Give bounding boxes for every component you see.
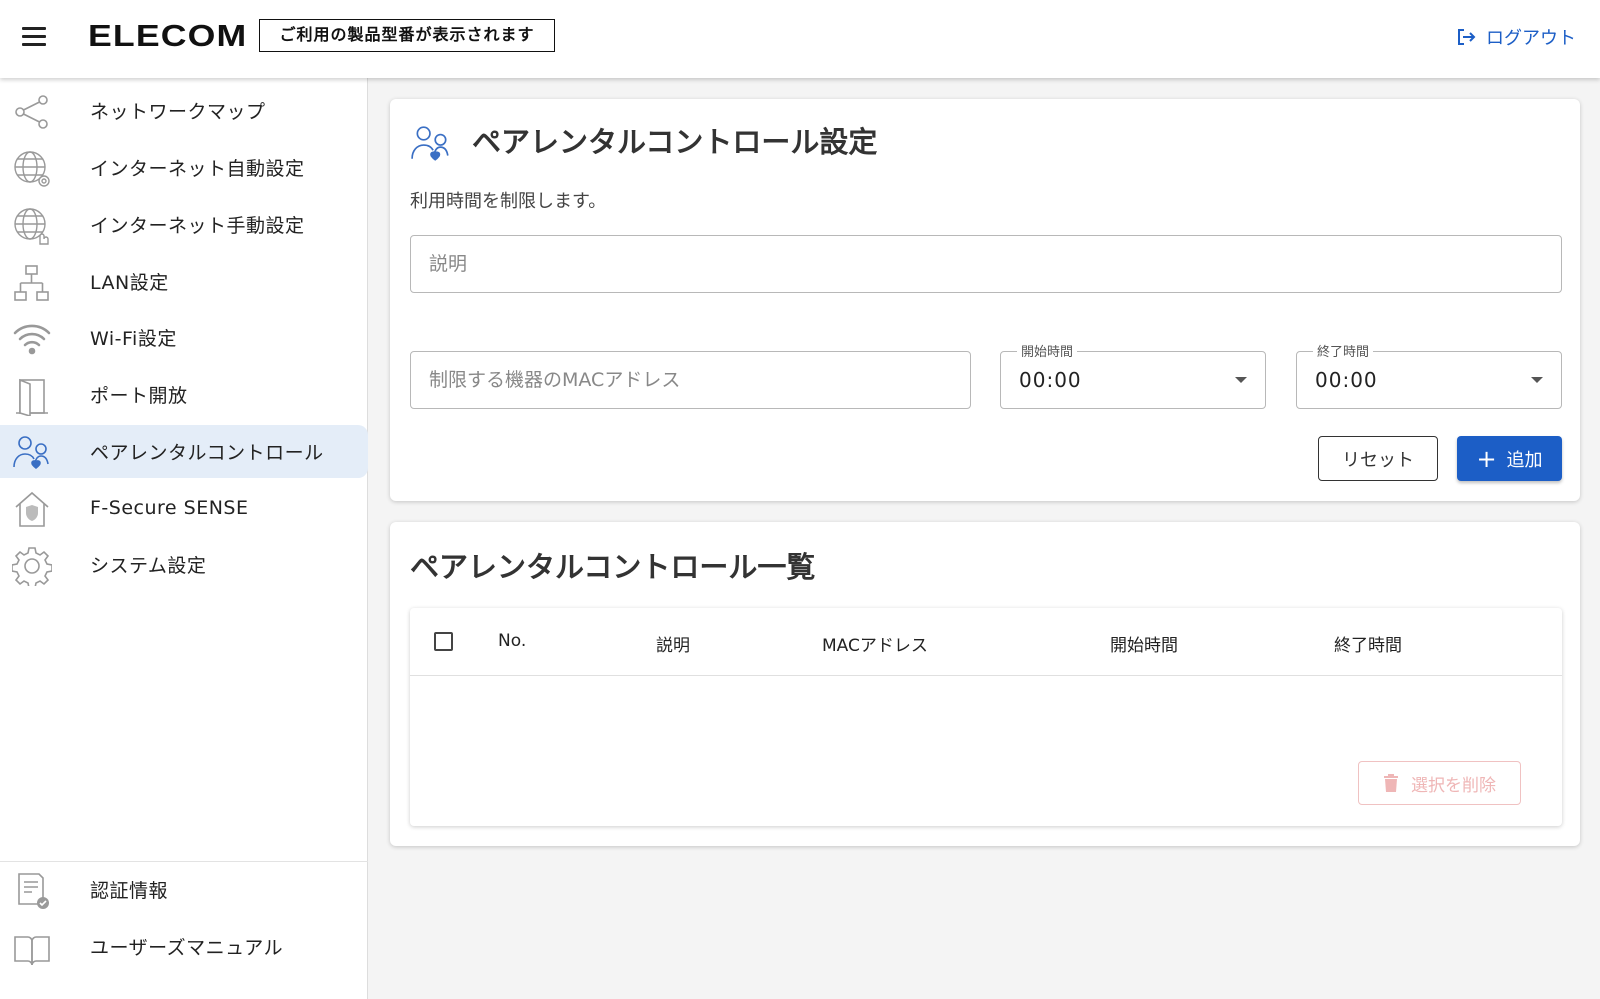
sidebar-item-label: システム設定 (90, 555, 207, 577)
sidebar-divider (0, 861, 368, 862)
wifi-icon (13, 324, 51, 355)
description-input[interactable] (411, 236, 1561, 292)
sidebar: ネットワークマップ インターネット自動設定 インターネット手動設定 LAN設定 … (0, 78, 368, 999)
start-time-value: 00:00 (1019, 368, 1082, 392)
sidebar-item-wifi[interactable]: Wi-Fi設定 (0, 311, 368, 364)
sidebar-item-network-map[interactable]: ネットワークマップ (0, 84, 368, 137)
network-map-icon (15, 95, 48, 129)
certificate-icon (18, 873, 49, 909)
mac-address-input[interactable] (411, 352, 970, 408)
chevron-down-icon (1235, 377, 1247, 383)
column-header-no: No. (498, 631, 527, 651)
end-time-label: 終了時間 (1313, 341, 1374, 360)
shield-home-icon (15, 491, 49, 527)
manual-icon (14, 936, 50, 966)
door-icon (16, 378, 48, 416)
delete-selected-label: 選択を削除 (1411, 775, 1496, 796)
end-time-select[interactable]: 終了時間 00:00 (1296, 341, 1562, 409)
list-title: ペアレンタルコントロール一覧 (410, 550, 816, 584)
logout-icon (1458, 29, 1476, 45)
select-all-checkbox[interactable] (434, 632, 453, 651)
logout-button[interactable]: ログアウト (1456, 24, 1576, 50)
sidebar-item-certificate[interactable]: 認証情報 (0, 863, 368, 916)
app-header: ELECOM ご利用の製品型番が表示されます ログアウト (0, 0, 1600, 78)
column-header-end: 終了時間 (1334, 636, 1402, 656)
lan-icon (14, 265, 49, 301)
sidebar-item-label: F-Secure SENSE (90, 496, 249, 519)
parental-icon (13, 436, 49, 470)
sidebar-item-manual[interactable]: ユーザーズマニュアル (0, 920, 368, 973)
sidebar-item-internet-manual[interactable]: インターネット手動設定 (0, 198, 368, 251)
menu-icon[interactable] (22, 27, 48, 49)
plus-icon: + (1476, 444, 1497, 473)
trash-icon (1384, 774, 1398, 792)
mac-address-field[interactable] (410, 351, 971, 409)
reset-button[interactable]: リセット (1318, 436, 1438, 481)
sidebar-item-parental-control[interactable]: ペアレンタルコントロール (0, 425, 368, 478)
page-title: ペアレンタルコントロール設定 (472, 125, 878, 159)
parental-table: No. 説明 MACアドレス 開始時間 終了時間 選択を削除 (410, 608, 1562, 826)
start-time-select[interactable]: 開始時間 00:00 (1000, 341, 1266, 409)
parental-list-card: ペアレンタルコントロール一覧 No. 説明 MACアドレス 開始時間 終了時間 … (390, 522, 1580, 846)
sidebar-item-internet-auto[interactable]: インターネット自動設定 (0, 141, 368, 194)
table-header: No. 説明 MACアドレス 開始時間 終了時間 (410, 608, 1562, 676)
sidebar-item-label: ユーザーズマニュアル (90, 937, 284, 959)
sidebar-item-label: 認証情報 (90, 880, 169, 902)
sidebar-item-label: インターネット手動設定 (90, 215, 305, 237)
description-field[interactable] (410, 235, 1562, 293)
gear-icon (12, 547, 52, 586)
add-button-label: 追加 (1506, 449, 1543, 471)
logout-label: ログアウト (1486, 28, 1576, 49)
sidebar-item-label: LAN設定 (90, 272, 169, 294)
sidebar-item-label: ポート開放 (90, 385, 188, 407)
sidebar-item-label: ネットワークマップ (90, 101, 266, 123)
column-header-start: 開始時間 (1110, 636, 1178, 656)
globe-auto-icon (14, 151, 50, 187)
page-description: 利用時間を制限します。 (410, 191, 607, 212)
delete-selected-button[interactable]: 選択を削除 (1358, 761, 1521, 805)
sidebar-item-system[interactable]: システム設定 (0, 538, 368, 591)
column-header-mac: MACアドレス (822, 636, 928, 656)
sidebar-item-f-secure[interactable]: F-Secure SENSE (0, 481, 368, 534)
end-time-value: 00:00 (1315, 368, 1378, 392)
sidebar-item-label: ペアレンタルコントロール (90, 442, 324, 464)
model-notice: ご利用の製品型番が表示されます (259, 19, 555, 52)
elecom-logo: ELECOM (88, 18, 248, 53)
parental-icon (411, 126, 449, 161)
sidebar-item-port[interactable]: ポート開放 (0, 368, 368, 421)
column-header-description: 説明 (656, 636, 690, 656)
globe-manual-icon (14, 208, 49, 245)
sidebar-item-lan[interactable]: LAN設定 (0, 255, 368, 308)
start-time-label: 開始時間 (1017, 341, 1078, 360)
chevron-down-icon (1531, 377, 1543, 383)
sidebar-item-label: Wi-Fi設定 (90, 328, 177, 350)
sidebar-item-label: インターネット自動設定 (90, 158, 305, 180)
parental-settings-card: ペアレンタルコントロール設定 利用時間を制限します。 開始時間 00:00 終了… (390, 99, 1580, 501)
add-button[interactable]: + 追加 (1457, 436, 1562, 481)
